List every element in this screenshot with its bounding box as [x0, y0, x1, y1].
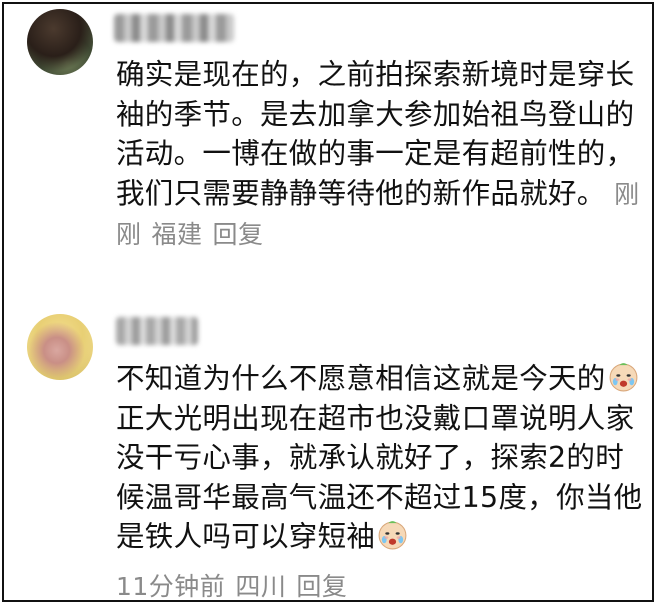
- crying-face-emoji: [609, 363, 638, 392]
- comment-body: 确实是现在的，之前拍探索新境时是穿长袖的季节。是去加拿大参加始祖鸟登山的活动。一…: [116, 55, 651, 255]
- username-blurred[interactable]: [116, 317, 198, 345]
- comment-location: 四川: [235, 572, 287, 601]
- reply-button[interactable]: 回复: [213, 220, 264, 249]
- avatar[interactable]: [27, 9, 93, 75]
- crying-face-emoji: [378, 521, 407, 550]
- comment-text: 确实是现在的，之前拍探索新境时是穿长袖的季节。是去加拿大参加始祖鸟登山的活动。一…: [116, 58, 635, 210]
- comment-panel: 确实是现在的，之前拍探索新境时是穿长袖的季节。是去加拿大参加始祖鸟登山的活动。一…: [2, 2, 654, 602]
- comment-body: 不知道为什么不愿意相信这就是今天的 正大光明出现在超市也没戴口罩说明人家没干亏心…: [116, 359, 651, 557]
- comment-meta: 11分钟前 四川 回复: [116, 567, 357, 603]
- username-blurred[interactable]: [114, 14, 234, 42]
- reply-button[interactable]: 回复: [296, 572, 347, 601]
- comment-text: 不知道为什么不愿意相信这就是今天的: [116, 362, 606, 395]
- avatar[interactable]: [27, 314, 93, 380]
- comment-time: 11分钟前: [116, 572, 226, 601]
- comment-location: 福建: [151, 220, 203, 249]
